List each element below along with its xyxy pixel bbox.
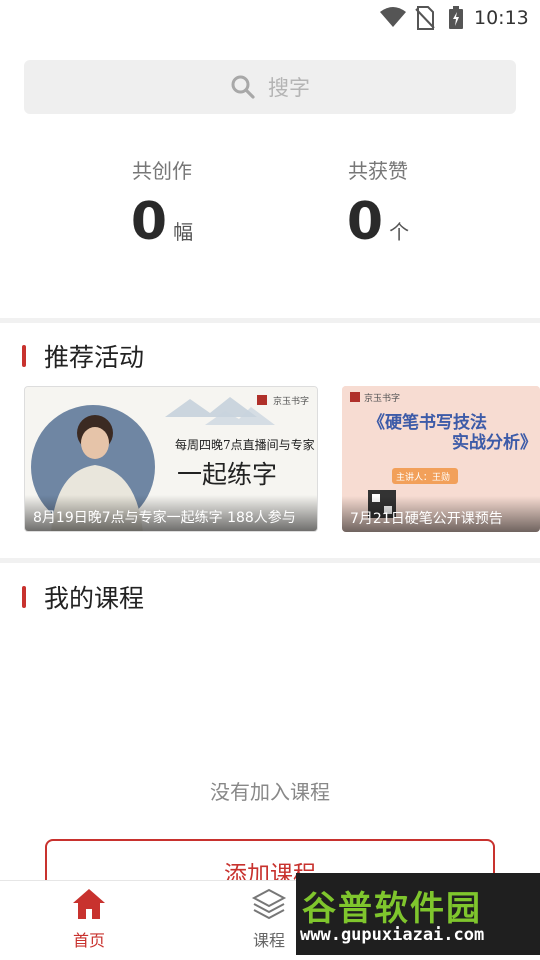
watermark-url: www.gupuxiazai.com [300,925,485,945]
creations-count: 0 [130,192,168,252]
likes-unit: 个 [389,220,410,244]
empty-courses-text: 没有加入课程 [210,780,330,804]
activity-caption: 7月21日硬笔公开课预告 [342,496,540,532]
wifi-icon [380,7,406,27]
search-icon [231,75,255,99]
likes-count: 0 [346,192,384,252]
card-badge: 主讲人：王勋 [396,471,450,483]
section-divider [0,558,540,563]
creations-stat: 共创作 0 幅 [82,155,242,248]
app-screen: 10:13 搜字 共创作 0 幅 共获赞 0 个 推荐活动 京玉书字 每周四晚7… [0,0,540,960]
nav-label-home: 首页 [72,931,105,950]
section-accent-bar [22,345,26,367]
search-placeholder: 搜字 [268,76,310,100]
likes-stat: 共获赞 0 个 [298,155,458,248]
activities-header: 推荐活动 [22,338,144,374]
no-sim-icon [415,6,435,30]
card-headline: 《硬笔书写技法 [368,412,487,433]
section-divider [0,318,540,323]
activity-card[interactable]: 京玉书字 《硬笔书写技法 实战分析》 主讲人：王勋 7月21日硬笔公开课预告 [342,386,540,532]
my-courses-title: 我的课程 [44,584,145,613]
battery-charging-icon [449,6,463,29]
card-brand: 京玉书字 [273,395,309,407]
card-brand: 京玉书字 [364,392,400,404]
nav-item-home[interactable]: 首页 [44,887,134,951]
status-time: 10:13 [474,7,529,29]
activity-caption: 8月19日晚7点与专家一起练字 188人参与 [25,495,317,531]
activities-title: 推荐活动 [44,343,145,372]
creations-unit: 幅 [173,220,194,244]
card-headline: 一起练字 [177,460,277,489]
watermark-title: 谷普软件园 [302,889,482,929]
activity-card[interactable]: 京玉书字 每周四晚7点直播间与专家 一起练字 8月19日晚7点与专家一起练字 1… [24,386,318,532]
creations-label: 共创作 [132,159,192,183]
layers-icon [251,888,287,920]
watermark-logo: 谷普软件园 www.gupuxiazai.com [296,873,540,955]
card-subtitle: 每周四晚7点直播间与专家 [175,437,315,452]
my-courses-header: 我的课程 [22,579,144,615]
home-icon [73,889,105,919]
search-bar[interactable]: 搜字 [24,60,516,114]
section-accent-bar [22,586,26,608]
card-subheadline: 实战分析》 [452,432,537,453]
status-bar: 10:13 [0,0,540,36]
likes-label: 共获赞 [348,159,408,183]
